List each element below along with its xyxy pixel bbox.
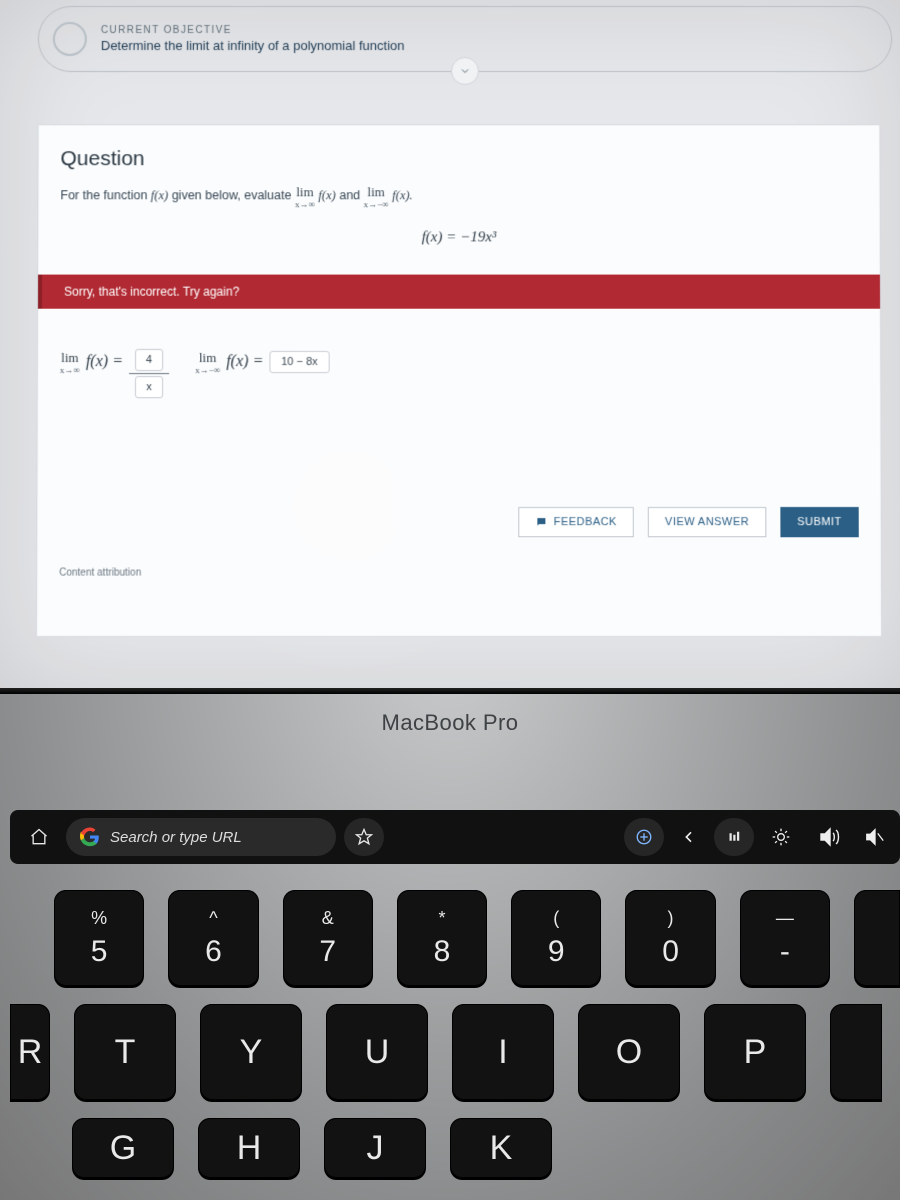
objective-kicker: CURRENT OBJECTIVE [101, 25, 405, 36]
incorrect-banner: Sorry, that's incorrect. Try again? [38, 275, 880, 309]
prompt-fn: f(x) [151, 188, 168, 202]
key-row-letters-2: GHJK [0, 1118, 900, 1178]
key-T[interactable]: T [74, 1004, 176, 1100]
key-Y[interactable]: Y [200, 1004, 302, 1100]
banner-text: Sorry, that's incorrect. Try again? [64, 285, 239, 299]
new-tab-button[interactable] [624, 818, 664, 856]
answer-1-fraction: 4 x [129, 347, 169, 398]
home-button[interactable] [20, 818, 58, 856]
star-icon [355, 828, 373, 846]
answer-1-input-den[interactable]: x [135, 376, 163, 398]
function-formula: f(x) = −19x³ [60, 229, 858, 246]
answer-2-fx: f(x) = [226, 353, 263, 371]
chat-icon [536, 516, 548, 528]
chevron-down-icon [459, 65, 471, 77]
favorite-button[interactable] [344, 818, 384, 856]
expand-toggle[interactable] [451, 57, 479, 85]
progress-ring-icon [53, 22, 87, 56]
key-0[interactable]: )0 [625, 890, 715, 986]
question-card: Question For the function f(x) given bel… [36, 124, 882, 637]
key-row-letters-1: R TYUIOP [0, 1004, 900, 1100]
feedback-button[interactable]: FEEDBACK [519, 507, 634, 537]
answer-2-input[interactable]: 10 − 8x [269, 351, 329, 373]
objective-title: Determine the limit at infinity of a pol… [101, 38, 405, 53]
key-row-numbers: %5^6&7*8(9)0 —- [0, 890, 900, 986]
limit-fn-2: f(x). [392, 188, 413, 202]
screen: CURRENT OBJECTIVE Determine the limit at… [0, 0, 900, 690]
prompt-text: For the function [60, 188, 151, 202]
key-P[interactable]: P [704, 1004, 806, 1100]
touch-bar: Search or type URL [10, 810, 900, 864]
objective-pill: CURRENT OBJECTIVE Determine the limit at… [38, 6, 893, 72]
reader-button[interactable] [714, 818, 754, 856]
url-search-field[interactable]: Search or type URL [66, 818, 336, 856]
action-row: FEEDBACK VIEW ANSWER SUBMIT [519, 507, 859, 537]
plus-icon [635, 828, 653, 846]
key-9[interactable]: (9 [511, 890, 601, 986]
key-7[interactable]: &7 [283, 890, 373, 986]
keyboard: %5^6&7*8(9)0 —- R TYUIOP GHJK [0, 890, 900, 1178]
prompt-text: given below, evaluate [172, 188, 295, 202]
answer-1: lim x→∞ f(x) = 4 x [60, 351, 169, 398]
mute-button[interactable] [860, 818, 890, 856]
key--[interactable]: —- [740, 890, 830, 986]
key-J[interactable]: J [324, 1118, 426, 1178]
key-6[interactable]: ^6 [168, 890, 258, 986]
volume-button[interactable] [808, 818, 852, 856]
answer-1-input-num[interactable]: 4 [135, 349, 163, 371]
prompt-and: and [339, 188, 363, 202]
key-edge[interactable] [854, 890, 900, 986]
answer-1-lim: lim x→∞ [60, 351, 80, 375]
key-R[interactable]: R [10, 1004, 50, 1100]
laptop-label: MacBook Pro [0, 710, 900, 736]
key-O[interactable]: O [578, 1004, 680, 1100]
back-button[interactable] [672, 818, 706, 856]
answer-row: lim x→∞ f(x) = 4 x lim x→−∞ [38, 309, 881, 398]
key-I[interactable]: I [452, 1004, 554, 1100]
key-G[interactable]: G [72, 1118, 174, 1178]
view-answer-button[interactable]: VIEW ANSWER [648, 507, 766, 537]
mute-icon [864, 826, 886, 848]
limit-expr-2: lim x→−∞ [364, 185, 389, 209]
volume-icon [818, 825, 842, 849]
key-H[interactable]: H [198, 1118, 300, 1178]
bars-icon [725, 828, 743, 846]
answer-2-lim: lim x→−∞ [195, 351, 220, 375]
content-attribution-link[interactable]: Content attribution [59, 568, 141, 579]
google-logo-icon [80, 827, 100, 847]
key-5[interactable]: %5 [54, 890, 144, 986]
brightness-icon [771, 827, 791, 847]
submit-button[interactable]: SUBMIT [780, 507, 859, 537]
limit-fn-1: f(x) [318, 188, 335, 202]
key-U[interactable]: U [326, 1004, 428, 1100]
home-icon [29, 827, 49, 847]
question-heading: Question [60, 147, 857, 171]
photo-frame: CURRENT OBJECTIVE Determine the limit at… [0, 0, 900, 1200]
objective-text: CURRENT OBJECTIVE Determine the limit at… [101, 25, 405, 53]
search-placeholder: Search or type URL [110, 829, 242, 846]
screen-area: CURRENT OBJECTIVE Determine the limit at… [0, 0, 900, 690]
question-prompt: For the function f(x) given below, evalu… [60, 185, 857, 209]
brightness-button[interactable] [762, 818, 800, 856]
answer-1-fx: f(x) = [86, 353, 123, 371]
answer-2: lim x→−∞ f(x) = 10 − 8x [195, 351, 329, 375]
key-8[interactable]: *8 [397, 890, 487, 986]
limit-expr-1: lim x→∞ [295, 185, 315, 209]
key-K[interactable]: K [450, 1118, 552, 1178]
key-edge[interactable] [830, 1004, 882, 1100]
chevron-left-icon [681, 829, 697, 845]
